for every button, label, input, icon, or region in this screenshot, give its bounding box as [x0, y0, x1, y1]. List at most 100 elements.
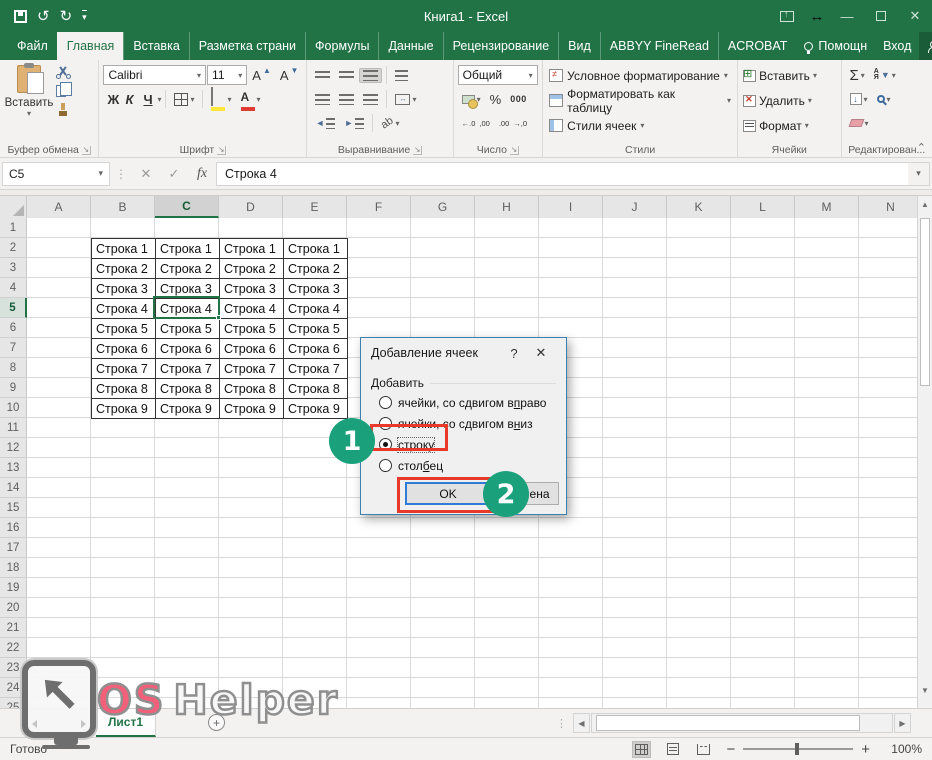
cell-M17[interactable]	[795, 538, 859, 558]
tab-рецензирование[interactable]: Рецензирование	[443, 32, 559, 60]
cell-N14[interactable]	[859, 478, 923, 498]
cell-J18[interactable]	[603, 558, 667, 578]
cell-K14[interactable]	[667, 478, 731, 498]
cell-H18[interactable]	[475, 558, 539, 578]
name-box[interactable]: C5▾	[2, 162, 110, 186]
dialog-option-1[interactable]: ячейки, со сдвигом вправо	[379, 392, 558, 413]
cell-M3[interactable]	[795, 258, 859, 278]
cell-C8[interactable]: Строка 7	[156, 359, 220, 379]
cell-C12[interactable]	[155, 438, 219, 458]
cell-C1[interactable]	[155, 218, 219, 238]
cell-N8[interactable]	[859, 358, 923, 378]
cell-H23[interactable]	[475, 658, 539, 678]
cell-C10[interactable]: Строка 9	[156, 399, 220, 419]
decrease-decimal-button[interactable]: .00→,0	[495, 118, 531, 129]
formula-input[interactable]: Строка 4	[216, 162, 908, 186]
cell-D19[interactable]	[219, 578, 283, 598]
cell-N6[interactable]	[859, 318, 923, 338]
cell-E5[interactable]: Строка 4	[284, 299, 348, 319]
underline-caret[interactable]: ▾	[157, 95, 161, 104]
cell-D22[interactable]	[219, 638, 283, 658]
cell-C5[interactable]: Строка 4	[156, 299, 220, 319]
cell-I19[interactable]	[539, 578, 603, 598]
column-header-K[interactable]: K	[667, 196, 731, 218]
cell-L18[interactable]	[731, 558, 795, 578]
cell-N4[interactable]	[859, 278, 923, 298]
cell-L12[interactable]	[731, 438, 795, 458]
cell-L25[interactable]	[731, 698, 795, 708]
save-icon[interactable]	[14, 10, 27, 23]
cell-L10[interactable]	[731, 398, 795, 418]
cell-J24[interactable]	[603, 678, 667, 698]
cell-I25[interactable]	[539, 698, 603, 708]
cell-D12[interactable]	[219, 438, 283, 458]
cell-K8[interactable]	[667, 358, 731, 378]
cell-J10[interactable]	[603, 398, 667, 418]
name-box-caret-icon[interactable]: ▾	[98, 168, 103, 179]
row-header-2[interactable]: 2	[0, 238, 27, 258]
cell-D13[interactable]	[219, 458, 283, 478]
formula-bar-handle[interactable]: ⋮	[110, 167, 132, 181]
cell-L22[interactable]	[731, 638, 795, 658]
cell-M22[interactable]	[795, 638, 859, 658]
cell-E20[interactable]	[283, 598, 347, 618]
cell-B21[interactable]	[91, 618, 155, 638]
cell-N18[interactable]	[859, 558, 923, 578]
cell-I2[interactable]	[539, 238, 603, 258]
cell-I3[interactable]	[539, 258, 603, 278]
zoom-in-button[interactable]: +	[861, 741, 870, 758]
cell-E9[interactable]: Строка 8	[284, 379, 348, 399]
tell-me-button[interactable]: Помощн	[796, 32, 875, 60]
align-top-button[interactable]	[311, 69, 334, 81]
cell-N7[interactable]	[859, 338, 923, 358]
cell-B8[interactable]: Строка 7	[92, 359, 156, 379]
cell-K21[interactable]	[667, 618, 731, 638]
cell-D17[interactable]	[219, 538, 283, 558]
cell-M21[interactable]	[795, 618, 859, 638]
cell-C17[interactable]	[155, 538, 219, 558]
cell-B9[interactable]: Строка 8	[92, 379, 156, 399]
cell-J15[interactable]	[603, 498, 667, 518]
align-middle-button[interactable]	[335, 69, 358, 82]
cell-C22[interactable]	[155, 638, 219, 658]
cell-E8[interactable]: Строка 7	[284, 359, 348, 379]
customize-qat-icon[interactable]: ▾	[82, 10, 87, 23]
row-header-10[interactable]: 10	[0, 398, 27, 418]
cell-E3[interactable]: Строка 2	[284, 259, 348, 279]
increase-decimal-button[interactable]: ←.0,00	[458, 118, 494, 129]
row-header-13[interactable]: 13	[0, 458, 27, 478]
column-header-E[interactable]: E	[283, 196, 347, 218]
dialog-option-4[interactable]: столбец	[379, 455, 558, 476]
cell-A16[interactable]	[27, 518, 91, 538]
increase-indent-button[interactable]: ►	[340, 116, 368, 131]
dialog-option-2[interactable]: ячейки, со сдвигом вниз	[379, 413, 558, 434]
cell-N9[interactable]	[859, 378, 923, 398]
cell-J16[interactable]	[603, 518, 667, 538]
cell-N19[interactable]	[859, 578, 923, 598]
decrease-font-icon[interactable]: А▼	[276, 66, 303, 85]
column-header-M[interactable]: M	[795, 196, 859, 218]
cell-L13[interactable]	[731, 458, 795, 478]
scroll-up-icon[interactable]: ▲	[918, 196, 932, 212]
cell-I16[interactable]	[539, 518, 603, 538]
cell-B19[interactable]	[91, 578, 155, 598]
cell-M8[interactable]	[795, 358, 859, 378]
cell-I1[interactable]	[539, 218, 603, 238]
cell-G21[interactable]	[411, 618, 475, 638]
cell-M25[interactable]	[795, 698, 859, 708]
cell-J14[interactable]	[603, 478, 667, 498]
cell-D3[interactable]: Строка 2	[220, 259, 284, 279]
cell-E4[interactable]: Строка 3	[284, 279, 348, 299]
column-header-G[interactable]: G	[411, 196, 475, 218]
cell-G5[interactable]	[411, 298, 475, 318]
cell-D16[interactable]	[219, 518, 283, 538]
cell-F2[interactable]	[347, 238, 411, 258]
cell-M7[interactable]	[795, 338, 859, 358]
vertical-scrollbar[interactable]: ▲ ▼	[917, 196, 932, 712]
cell-A13[interactable]	[27, 458, 91, 478]
cell-E14[interactable]	[283, 478, 347, 498]
cell-K11[interactable]	[667, 418, 731, 438]
cell-B12[interactable]	[91, 438, 155, 458]
enter-entry-icon[interactable]: ✓	[160, 166, 188, 182]
dialog-help-button[interactable]: ?	[502, 346, 526, 361]
